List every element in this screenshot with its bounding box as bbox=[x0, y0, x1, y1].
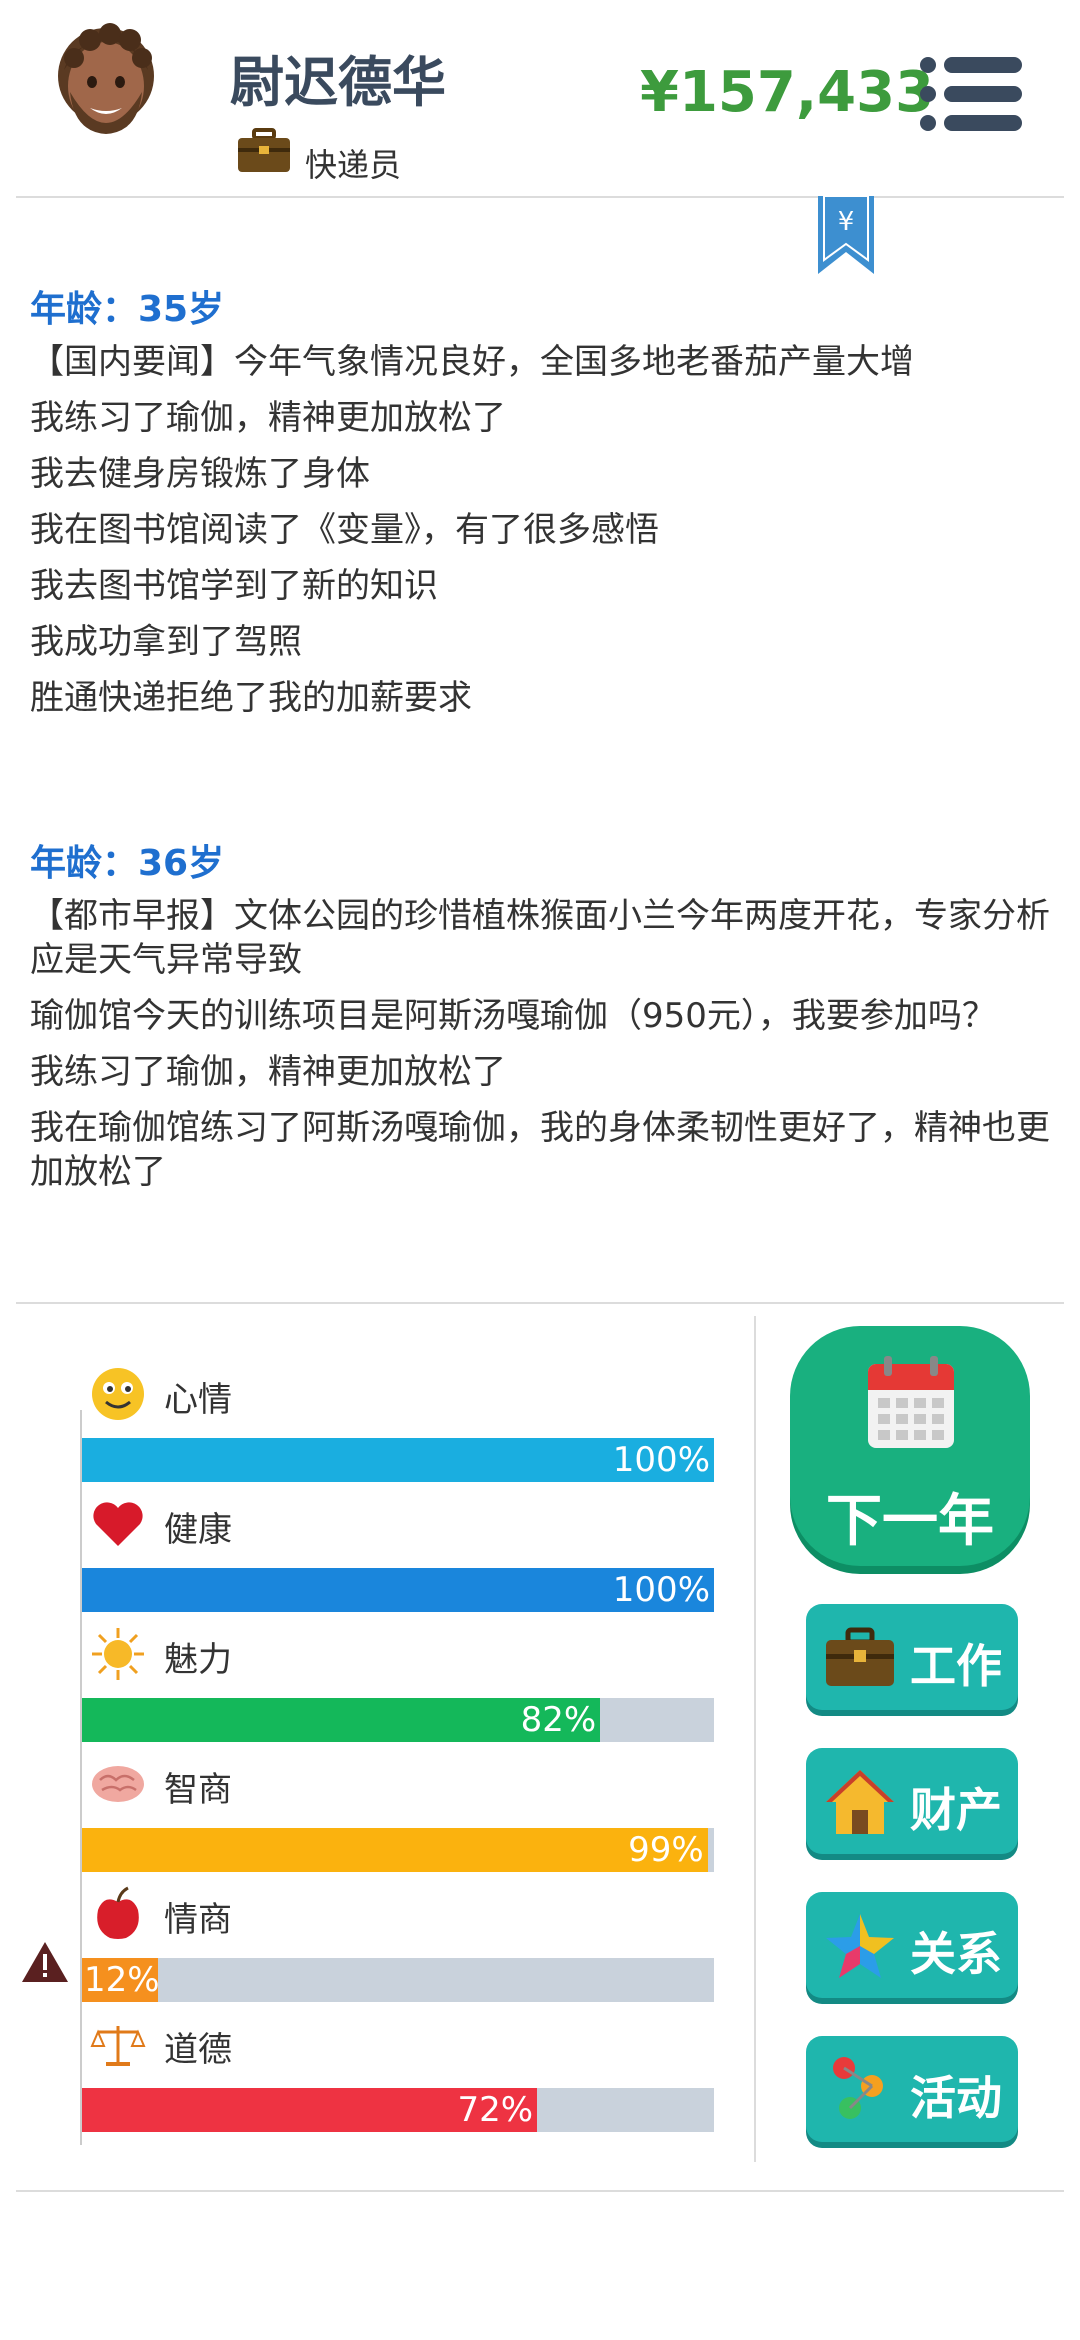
log-line: 【国内要闻】今年气象情况良好，全国多地老番茄产量大增 bbox=[30, 342, 914, 382]
stat-bar: 99% bbox=[82, 1828, 714, 1872]
next-year-label: 下一年 bbox=[826, 1489, 994, 1554]
stat-label: 健康 bbox=[164, 1510, 232, 1550]
stat-label: 情商 bbox=[164, 1900, 232, 1940]
stat-bar-fill: 100% bbox=[82, 1568, 714, 1612]
svg-text:¥: ¥ bbox=[838, 207, 855, 237]
sun-icon bbox=[92, 1628, 144, 1680]
property-label: 财产 bbox=[910, 1783, 1002, 1837]
age-heading: 年龄：35岁 bbox=[30, 289, 225, 330]
header-divider bbox=[16, 196, 1064, 198]
year-log-36: 年龄：36岁 【都市早报】文体公园的珍惜植株猴面小兰今年两度开花，专家分析应是天… bbox=[30, 834, 1050, 1206]
stat-label: 魅力 bbox=[164, 1640, 232, 1680]
stat-label: 心情 bbox=[164, 1380, 232, 1420]
log-line: 我去图书馆学到了新的知识 bbox=[30, 566, 438, 606]
stats-axis bbox=[80, 1410, 82, 2145]
footer-divider bbox=[16, 2190, 1064, 2192]
log-line: 瑜伽馆今天的训练项目是阿斯汤嘎瑜伽（950元），我要参加吗？ bbox=[30, 996, 996, 1036]
next-year-button[interactable]: 下一年 bbox=[790, 1326, 1030, 1566]
briefcase-icon bbox=[826, 1627, 894, 1686]
stat-bar: 12% bbox=[82, 1958, 714, 2002]
work-button[interactable]: 工作 bbox=[806, 1604, 1018, 1710]
stat-bar: 82% bbox=[82, 1698, 714, 1742]
stat-bar: 72% bbox=[82, 2088, 714, 2132]
avatar[interactable] bbox=[50, 14, 162, 144]
stat-percent: 99% bbox=[628, 1830, 704, 1870]
heart-icon bbox=[93, 1502, 143, 1546]
age-heading: 年龄：36岁 bbox=[30, 843, 225, 884]
log-line: 【都市早报】文体公园的珍惜植株猴面小兰今年两度开花，专家分析应是天气异常导致 bbox=[30, 896, 1050, 980]
money-balance: ¥157,433 bbox=[640, 60, 935, 125]
work-label: 工作 bbox=[910, 1639, 1002, 1693]
relations-label: 关系 bbox=[910, 1927, 1002, 1981]
property-button[interactable]: 财产 bbox=[806, 1748, 1018, 1854]
stat-percent: 100% bbox=[612, 1570, 710, 1610]
log-line: 我在图书馆阅读了《变量》，有了很多感悟 bbox=[30, 510, 659, 550]
stat-bar: 100% bbox=[82, 1568, 714, 1612]
briefcase-icon bbox=[238, 128, 290, 172]
stat-bar: 100% bbox=[82, 1438, 714, 1482]
vertical-divider bbox=[754, 1316, 756, 2162]
activity-label: 活动 bbox=[910, 2071, 1002, 2125]
stat-percent: 72% bbox=[457, 2090, 534, 2130]
header: 尉迟德华 快递员 ¥157,433 bbox=[0, 0, 1080, 196]
stat-percent: 100% bbox=[612, 1440, 710, 1480]
stat-bar-fill: 100% bbox=[82, 1438, 714, 1482]
relations-button[interactable]: 关系 bbox=[806, 1892, 1018, 1998]
stat-bar-fill: 99% bbox=[82, 1828, 708, 1872]
log-line: 我练习了瑜伽，精神更加放松了 bbox=[30, 1052, 506, 1092]
stat-label: 道德 bbox=[164, 2030, 232, 2070]
job-title: 快递员 bbox=[305, 146, 402, 184]
activity-button[interactable]: 活动 bbox=[806, 2036, 1018, 2142]
log-line: 我在瑜伽馆练习了阿斯汤嘎瑜伽，我的身体柔韧性更好了，精神也更加放松了 bbox=[30, 1108, 1050, 1192]
stats-divider-top bbox=[16, 1302, 1064, 1304]
brain-icon bbox=[92, 1766, 144, 1802]
stat-label: 智商 bbox=[164, 1770, 232, 1810]
stat-bar-fill: 12% bbox=[82, 1958, 160, 2002]
log-line: 我去健身房锻炼了身体 bbox=[30, 454, 370, 494]
log-line: 我成功拿到了驾照 bbox=[30, 622, 302, 662]
calendar-icon bbox=[868, 1356, 954, 1448]
smiley-icon bbox=[92, 1368, 144, 1420]
yuan-bookmark-icon[interactable]: ¥ bbox=[818, 196, 874, 274]
log-line: 胜通快递拒绝了我的加薪要求 bbox=[30, 678, 472, 718]
player-name: 尉迟德华 bbox=[230, 51, 446, 114]
menu-icon[interactable] bbox=[918, 55, 1022, 133]
stat-percent: 12% bbox=[84, 1960, 160, 2000]
star-icon bbox=[826, 1914, 894, 1978]
stat-percent: 82% bbox=[520, 1700, 597, 1740]
log-line: 我练习了瑜伽，精神更加放松了 bbox=[30, 398, 506, 438]
stat-bar-fill: 72% bbox=[82, 2088, 538, 2132]
apple-icon bbox=[97, 1886, 139, 1939]
stat-bar-fill: 82% bbox=[82, 1698, 601, 1742]
scales-icon bbox=[90, 2026, 146, 2066]
house-icon bbox=[826, 1770, 894, 1834]
warning-icon[interactable] bbox=[20, 1940, 70, 1984]
dots-icon bbox=[833, 2057, 883, 2119]
year-log-35: 年龄：35岁 【国内要闻】今年气象情况良好，全国多地老番茄产量大增 我练习了瑜伽… bbox=[30, 280, 1050, 732]
